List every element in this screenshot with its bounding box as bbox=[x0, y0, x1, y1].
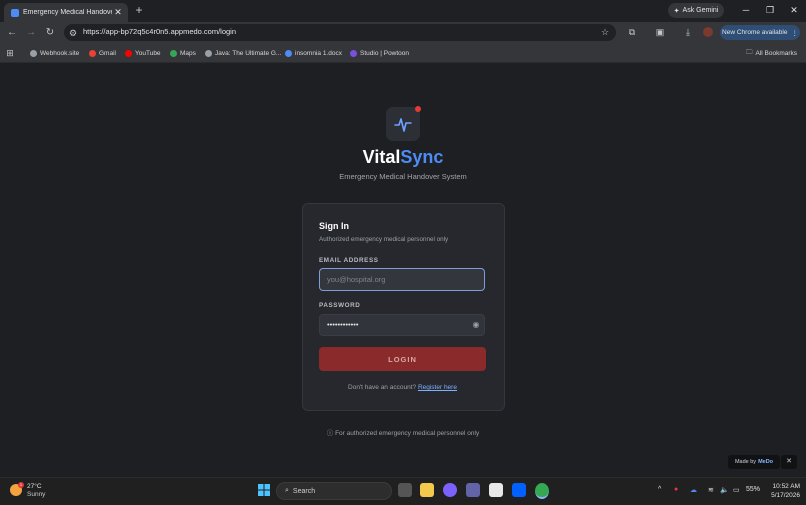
weather-badge: 1 bbox=[18, 482, 24, 488]
register-prompt: Don't have an account? Register here bbox=[302, 384, 503, 391]
windows-start-icon[interactable] bbox=[257, 483, 271, 497]
brand-accent: Sync bbox=[400, 147, 444, 167]
start-grid bbox=[258, 484, 270, 496]
extensions-icon[interactable]: ⧉ bbox=[626, 26, 638, 38]
all-bookmarks-label: All Bookmarks bbox=[755, 49, 798, 57]
weather-condition[interactable]: Sunny bbox=[27, 491, 45, 498]
made-by-close-icon[interactable]: ✕ bbox=[781, 455, 797, 469]
apps-grid-icon[interactable]: ⊞ bbox=[4, 47, 16, 59]
bookmark-label: insomnia 1.docx bbox=[295, 49, 342, 57]
battery-icon[interactable]: ▭ bbox=[733, 486, 740, 494]
tab-close-icon[interactable]: ✕ bbox=[112, 7, 124, 18]
volume-icon[interactable]: 🔈 bbox=[720, 486, 729, 494]
minimize-icon[interactable]: ─ bbox=[738, 4, 754, 17]
made-by-badge[interactable]: Made by MeDo bbox=[728, 455, 780, 469]
bookmark-item[interactable]: Studio | Powtoon bbox=[350, 48, 409, 58]
taskbar-search[interactable]: ⌕ Search bbox=[276, 482, 392, 500]
sign-in-title: Sign In bbox=[319, 221, 349, 231]
sign-in-subtitle: Authorized emergency medical personnel o… bbox=[319, 236, 449, 243]
app-logo bbox=[386, 107, 420, 141]
bookmark-label: YouTube bbox=[135, 49, 161, 57]
email-input[interactable] bbox=[319, 268, 485, 291]
avatar-circle bbox=[703, 27, 713, 37]
forward-icon[interactable]: → bbox=[24, 25, 38, 41]
tray-chevron-icon[interactable]: ^ bbox=[658, 486, 661, 493]
dropbox-icon[interactable] bbox=[512, 483, 526, 497]
browser-tab[interactable]: Emergency Medical Handover ✕ bbox=[4, 3, 128, 22]
bookmark-label: Java: The Ultimate G... bbox=[215, 49, 282, 57]
task-view-icon[interactable] bbox=[398, 483, 412, 497]
notification-dot bbox=[415, 106, 421, 112]
bookmark-favicon-icon bbox=[170, 49, 177, 57]
footer-note-text: For authorized emergency medical personn… bbox=[335, 430, 480, 437]
bookmark-label: Maps bbox=[180, 49, 196, 57]
bookmark-favicon-icon bbox=[350, 49, 357, 57]
bookmark-label: Gmail bbox=[99, 49, 116, 57]
url-text[interactable]: https://app-bp72q5c4r0n5.appmedo.com/log… bbox=[83, 27, 236, 36]
bookmark-favicon-icon bbox=[285, 49, 292, 57]
new-tab-button[interactable]: + bbox=[133, 4, 145, 18]
bookmark-favicon-icon bbox=[89, 49, 96, 57]
site-settings-icon[interactable]: ⚙ bbox=[67, 27, 79, 39]
bookmark-item[interactable]: Maps bbox=[170, 48, 196, 58]
bookmark-item[interactable]: Gmail bbox=[89, 48, 116, 58]
tray-app-icon[interactable]: ● bbox=[674, 486, 678, 493]
bookmark-favicon-icon bbox=[205, 49, 212, 57]
temperature[interactable]: 27°C bbox=[27, 483, 42, 490]
new-chrome-label: New Chrome available bbox=[722, 29, 788, 36]
bookmark-star-icon[interactable]: ☆ bbox=[599, 26, 611, 38]
menu-dots-icon: ⋮ bbox=[791, 29, 798, 37]
register-prompt-text: Don't have an account? bbox=[348, 384, 417, 391]
restore-icon[interactable]: ❐ bbox=[762, 4, 778, 17]
search-icon: ⌕ bbox=[285, 487, 289, 494]
profile-avatar-icon[interactable] bbox=[702, 26, 714, 38]
bookmark-item[interactable]: insomnia 1.docx bbox=[285, 48, 342, 58]
bookmark-item[interactable]: YouTube bbox=[125, 48, 161, 58]
teams-icon[interactable] bbox=[466, 483, 480, 497]
ask-gemini-button[interactable]: ✦ Ask Gemini bbox=[668, 3, 724, 18]
new-chrome-available-button[interactable]: New Chrome available ⋮ bbox=[720, 25, 800, 40]
register-link[interactable]: Register here bbox=[418, 384, 457, 391]
app-subtitle: Emergency Medical Handover System bbox=[339, 172, 467, 181]
back-icon[interactable]: ← bbox=[5, 25, 19, 41]
store-icon[interactable] bbox=[489, 483, 503, 497]
clock-time[interactable]: 10:52 AM bbox=[764, 483, 800, 490]
folder-icon: 🗀 bbox=[746, 48, 753, 56]
email-label: EMAIL ADDRESS bbox=[319, 257, 379, 264]
chrome-icon[interactable] bbox=[535, 483, 549, 499]
bookmark-item[interactable]: Webhook.site bbox=[30, 48, 79, 58]
battery-percent[interactable]: 55% bbox=[746, 486, 760, 493]
reload-icon[interactable]: ↻ bbox=[43, 25, 57, 41]
brand-name: VitalSync bbox=[300, 147, 506, 168]
bookmark-favicon-icon bbox=[30, 49, 37, 57]
side-panel-icon[interactable]: ▣ bbox=[654, 26, 666, 38]
file-explorer-icon[interactable] bbox=[420, 483, 434, 497]
copilot-icon[interactable] bbox=[443, 483, 457, 497]
pulse-icon bbox=[394, 118, 412, 132]
bookmark-label: Studio | Powtoon bbox=[360, 49, 410, 57]
search-label: Search bbox=[292, 487, 316, 495]
bookmark-label: Webhook.site bbox=[40, 49, 80, 57]
wifi-icon[interactable]: ≋ bbox=[708, 486, 714, 494]
download-icon[interactable]: ⤓ bbox=[682, 26, 694, 38]
show-password-eye-icon[interactable]: ◉ bbox=[471, 320, 481, 330]
bookmark-item[interactable]: Java: The Ultimate G... bbox=[205, 48, 281, 58]
password-input[interactable]: •••••••••••• bbox=[319, 314, 485, 336]
gemini-star-icon: ✦ bbox=[673, 7, 680, 15]
onedrive-icon[interactable]: ☁ bbox=[690, 486, 697, 494]
made-by-label: Made by bbox=[734, 459, 757, 465]
password-label: PASSWORD bbox=[319, 302, 361, 309]
login-button[interactable]: LOGIN bbox=[319, 347, 486, 371]
clock-date[interactable]: 5/17/2026 bbox=[764, 492, 800, 499]
footer-note: ⓘ For authorized emergency medical perso… bbox=[300, 427, 506, 437]
window-close-icon[interactable]: ✕ bbox=[786, 4, 802, 17]
made-by-brand: MeDo bbox=[758, 459, 774, 465]
tab-favicon-icon bbox=[11, 8, 19, 17]
brand-main: Vital bbox=[362, 147, 401, 167]
tab-title: Emergency Medical Handover bbox=[23, 9, 112, 16]
bookmark-favicon-icon bbox=[125, 49, 132, 57]
ask-gemini-label: Ask Gemini bbox=[682, 7, 719, 14]
info-icon: ⓘ bbox=[326, 430, 334, 437]
all-bookmarks-button[interactable]: 🗀 All Bookmarks bbox=[746, 48, 797, 58]
